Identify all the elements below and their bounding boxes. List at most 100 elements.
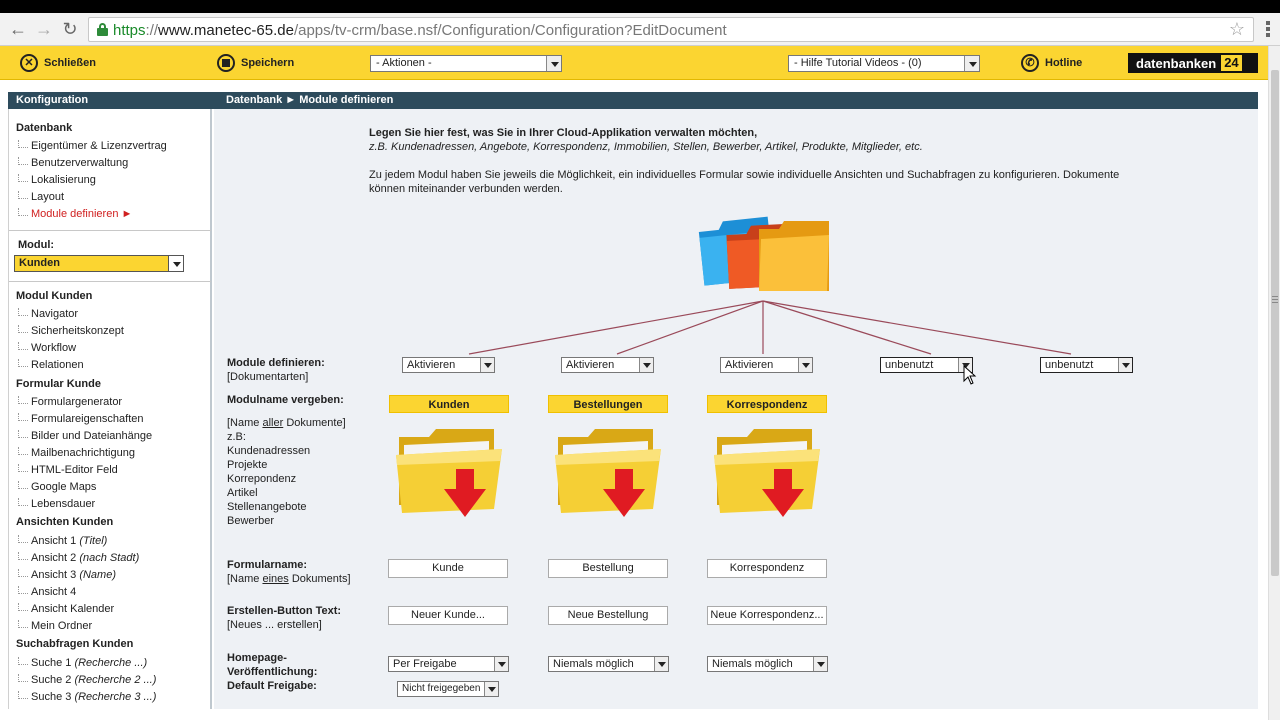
- homepage-label-1: Homepage-: [227, 652, 287, 664]
- sidebar-item-ansicht-4[interactable]: Ansicht 4: [16, 586, 76, 598]
- hint-underlined: eines: [262, 573, 289, 585]
- name-label: Modulname vergeben:: [227, 394, 344, 406]
- item-name: Ansicht 2: [31, 552, 77, 564]
- sidebar-item-workflow[interactable]: Workflow: [16, 342, 76, 354]
- sidebar-item-relationen[interactable]: Relationen: [16, 359, 84, 371]
- form-name-input-3[interactable]: Korrespondenz: [707, 559, 827, 578]
- address-bar[interactable]: https://www.manetec-65.de/apps/tv-crm/ba…: [88, 17, 1254, 42]
- module-name-3[interactable]: Korrespondenz: [707, 395, 827, 413]
- module-name-1[interactable]: Kunden: [389, 395, 509, 413]
- back-arrow-icon[interactable]: ←: [8, 19, 28, 39]
- close-icon: ✕: [20, 54, 38, 72]
- help-videos-select[interactable]: - Hilfe Tutorial Videos - (0): [788, 55, 980, 72]
- item-note: (nach Stadt): [79, 552, 140, 564]
- module-name-examples: z.B: Kundenadressen Projekte Korreponden…: [227, 430, 310, 528]
- item-name: Ansicht 1: [31, 535, 77, 547]
- sidebar-item-ansicht-3[interactable]: Ansicht 3 (Name): [16, 569, 116, 581]
- button-text-input-3[interactable]: Neue Korrespondenz...: [707, 606, 827, 625]
- form-name-input-1[interactable]: Kunde: [388, 559, 508, 578]
- select-value: Aktivieren: [407, 359, 456, 371]
- example-line: Bewerber: [227, 515, 275, 527]
- select-value: Aktivieren: [725, 359, 774, 371]
- sidebar-item-html-editor[interactable]: HTML-Editor Feld: [16, 464, 118, 476]
- sidebar-item-navigator[interactable]: Navigator: [16, 308, 78, 320]
- reload-icon[interactable]: ↻: [60, 19, 80, 39]
- example-line: Artikel: [227, 487, 258, 499]
- sidebar-item-bilder[interactable]: Bilder und Dateianhänge: [16, 430, 152, 442]
- sidebar-item-lokalisierung[interactable]: Lokalisierung: [16, 174, 96, 186]
- save-icon: [217, 54, 235, 72]
- folder-download-icon[interactable]: [553, 427, 663, 522]
- item-name: Suche 3: [31, 691, 72, 703]
- module-state-select-5[interactable]: unbenutzt: [1040, 357, 1133, 373]
- button-label: Erstellen-Button Text:: [227, 605, 342, 617]
- example-line: Projekte: [227, 459, 268, 471]
- sidebar-item-ansicht-1[interactable]: Ansicht 1 (Titel): [16, 535, 107, 547]
- forward-arrow-icon[interactable]: →: [34, 19, 54, 39]
- bookmark-star-icon[interactable]: ☆: [1229, 19, 1245, 40]
- logo-text: datenbanken: [1136, 55, 1217, 71]
- example-line: Kundenadressen: [227, 445, 311, 457]
- main-content: Legen Sie hier fest, was Sie in Ihrer Cl…: [214, 109, 1258, 709]
- save-button[interactable]: Speichern: [217, 52, 294, 74]
- lock-icon: [97, 23, 108, 36]
- folder-download-icon[interactable]: [394, 427, 504, 522]
- module-state-select-4[interactable]: unbenutzt: [880, 357, 973, 373]
- sidebar-item-mein-ordner[interactable]: Mein Ordner: [16, 620, 92, 632]
- item-name: Mein Ordner: [31, 620, 93, 632]
- sidebar-item-suche-3[interactable]: Suche 3 (Recherche 3 ...): [16, 691, 156, 703]
- sidebar-item-suche-2[interactable]: Suche 2 (Recherche 2 ...): [16, 674, 156, 686]
- button-sub: [Neues ... erstellen]: [227, 619, 322, 631]
- homepage-label-2: Veröffentlichung:: [227, 666, 318, 678]
- chevron-down-icon: [964, 56, 979, 71]
- sidebar-item-sicherheitskonzept[interactable]: Sicherheitskonzept: [16, 325, 124, 337]
- sidebar-item-layout[interactable]: Layout: [16, 191, 64, 203]
- browser-menu-icon[interactable]: [1266, 21, 1270, 39]
- default-freigabe-select[interactable]: Nicht freigegeben: [397, 681, 499, 697]
- sidebar-item-ansicht-2[interactable]: Ansicht 2 (nach Stadt): [16, 552, 139, 564]
- sidebar-item-eigentuemer[interactable]: Eigentümer & Lizenzvertrag: [16, 140, 167, 152]
- button-text-input-1[interactable]: Neuer Kunde...: [388, 606, 508, 625]
- item-note: (Name): [79, 569, 116, 581]
- item-note: (Titel): [79, 535, 108, 547]
- module-state-select-3[interactable]: Aktivieren: [720, 357, 813, 373]
- chevron-down-icon: [546, 56, 561, 71]
- sidebar-item-suche-1[interactable]: Suche 1 (Recherche ...): [16, 657, 147, 669]
- module-state-select-1[interactable]: Aktivieren: [402, 357, 495, 373]
- logo-number: 24: [1221, 55, 1242, 71]
- homepage-select-3[interactable]: Niemals möglich: [707, 656, 828, 672]
- hotline-button[interactable]: ✆ Hotline: [1021, 52, 1082, 74]
- form-name-input-2[interactable]: Bestellung: [548, 559, 668, 578]
- sidebar-head-modul-kunden: Modul Kunden: [16, 290, 93, 302]
- sidebar-item-benutzerverwaltung[interactable]: Benutzerverwaltung: [16, 157, 128, 169]
- sidebar-item-module-definieren[interactable]: Module definieren ►: [16, 208, 132, 220]
- modul-select[interactable]: Kunden: [14, 255, 184, 272]
- save-label: Speichern: [241, 57, 295, 69]
- folder-download-icon[interactable]: [712, 427, 822, 522]
- actions-select[interactable]: - Aktionen -: [370, 55, 562, 72]
- sidebar: Datenbank Eigentümer & Lizenzvertrag Ben…: [8, 109, 212, 709]
- sidebar-item-mailbenachrichtigung[interactable]: Mailbenachrichtigung: [16, 447, 135, 459]
- sidebar-item-formulareigenschaften[interactable]: Formulareigenschaften: [16, 413, 144, 425]
- item-name: Suche 1: [31, 657, 72, 669]
- module-state-select-2[interactable]: Aktivieren: [561, 357, 654, 373]
- example-line: Stellenangebote: [227, 501, 307, 513]
- chevron-down-icon: [480, 358, 494, 372]
- module-name-2[interactable]: Bestellungen: [548, 395, 668, 413]
- select-value: Per Freigabe: [393, 658, 457, 670]
- sidebar-item-lebensdauer[interactable]: Lebensdauer: [16, 498, 95, 510]
- homepage-select-2[interactable]: Niemals möglich: [548, 656, 669, 672]
- select-value: unbenutzt: [885, 359, 934, 371]
- sidebar-item-ansicht-kalender[interactable]: Ansicht Kalender: [16, 603, 114, 615]
- breadcrumb: Datenbank ► Module definieren: [226, 94, 394, 106]
- module-name-hint: [Name aller Dokumente]: [227, 416, 346, 430]
- button-text-input-2[interactable]: Neue Bestellung: [548, 606, 668, 625]
- sidebar-item-google-maps[interactable]: Google Maps: [16, 481, 96, 493]
- item-name: Ansicht 3: [31, 569, 77, 581]
- sidebar-item-formulargenerator[interactable]: Formulargenerator: [16, 396, 122, 408]
- close-button[interactable]: ✕ Schließen: [20, 52, 96, 74]
- homepage-select-1[interactable]: Per Freigabe: [388, 656, 509, 672]
- scrollbar-thumb[interactable]: [1271, 70, 1279, 576]
- chevron-down-icon: [484, 682, 498, 696]
- vertical-scrollbar[interactable]: [1268, 46, 1280, 720]
